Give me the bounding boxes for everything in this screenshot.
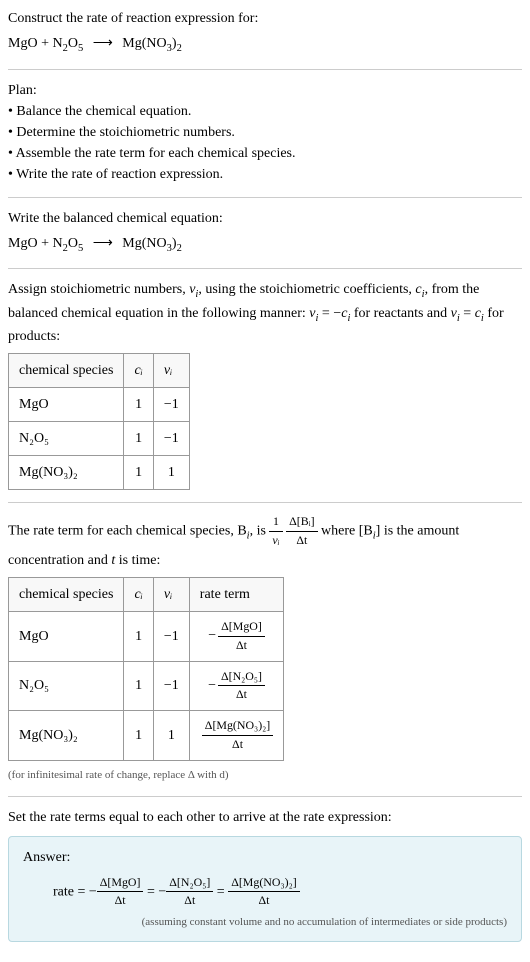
divider: [8, 502, 522, 503]
cell-c: 1: [124, 711, 153, 761]
rateterm-table: chemical species cᵢ νᵢ rate term MgO 1 −…: [8, 577, 284, 761]
table-row: MgO 1 −1: [9, 388, 190, 422]
col-species: chemical species: [9, 577, 124, 611]
table-row: Mg(NO₃)₂ 1 1: [9, 456, 190, 490]
col-ci: cᵢ: [124, 577, 153, 611]
col-rate: rate term: [189, 577, 283, 611]
divider: [8, 69, 522, 70]
table-row: N₂O₅ 1 −1: [9, 422, 190, 456]
plan-item: • Write the rate of reaction expression.: [8, 164, 522, 185]
header-section: Construct the rate of reaction expressio…: [8, 8, 522, 57]
plan-section: Plan: • Balance the chemical equation. •…: [8, 80, 522, 185]
table-row: N₂O₅ 1 −1 −Δ[N₂O₅]Δt: [9, 661, 284, 711]
cell-species: N₂O₅: [9, 422, 124, 456]
plus-sign: +: [38, 236, 53, 251]
reactant-mgo: MgO: [8, 36, 38, 51]
rate-expression: rate = −Δ[MgO]Δt = −Δ[N₂O₅]Δt = Δ[Mg(NO₃…: [53, 874, 507, 911]
plan-item: • Determine the stoichiometric numbers.: [8, 122, 522, 143]
unbalanced-equation: MgO + N2O5 ⟶ Mg(NO3)2: [8, 33, 522, 57]
fraction: Δ[Bᵢ]Δt: [286, 513, 317, 550]
reactant-n2o5: N2O5: [52, 236, 83, 251]
divider: [8, 197, 522, 198]
rateterm-section: The rate term for each chemical species,…: [8, 513, 522, 783]
balanced-equation: MgO + N2O5 ⟶ Mg(NO3)2: [8, 233, 522, 257]
reactant-mgo: MgO: [8, 236, 38, 251]
divider: [8, 268, 522, 269]
rateterm-note: (for infinitesimal rate of change, repla…: [8, 767, 522, 784]
cell-species: N₂O₅: [9, 661, 124, 711]
cell-c: 1: [124, 661, 153, 711]
stoich-text: Assign stoichiometric numbers, νi, using…: [8, 279, 522, 347]
cell-species: Mg(NO₃)₂: [9, 711, 124, 761]
table-header-row: chemical species cᵢ νᵢ: [9, 354, 190, 388]
product-mgno32: Mg(NO3)2: [122, 236, 182, 251]
construct-text: Construct the rate of reaction expressio…: [8, 8, 522, 29]
plan-item: • Balance the chemical equation.: [8, 101, 522, 122]
plan-title: Plan:: [8, 80, 522, 101]
stoich-section: Assign stoichiometric numbers, νi, using…: [8, 279, 522, 490]
balanced-title: Write the balanced chemical equation:: [8, 208, 522, 229]
cell-nu: −1: [153, 661, 189, 711]
reaction-arrow-icon: ⟶: [93, 233, 113, 254]
cell-c: 1: [124, 611, 153, 661]
col-nui: νᵢ: [153, 354, 189, 388]
cell-c: 1: [124, 422, 153, 456]
cell-rate: −Δ[MgO]Δt: [189, 611, 283, 661]
plus-sign: +: [38, 36, 53, 51]
cell-c: 1: [124, 388, 153, 422]
cell-rate: Δ[Mg(NO₃)₂]Δt: [189, 711, 283, 761]
final-section: Set the rate terms equal to each other t…: [8, 807, 522, 942]
cell-nu: −1: [153, 611, 189, 661]
balanced-section: Write the balanced chemical equation: Mg…: [8, 208, 522, 257]
cell-c: 1: [124, 456, 153, 490]
final-title: Set the rate terms equal to each other t…: [8, 807, 522, 828]
table-row: Mg(NO₃)₂ 1 1 Δ[Mg(NO₃)₂]Δt: [9, 711, 284, 761]
answer-label: Answer:: [23, 847, 507, 868]
reaction-arrow-icon: ⟶: [93, 33, 113, 54]
cell-nu: −1: [153, 422, 189, 456]
cell-nu: −1: [153, 388, 189, 422]
plan-item: • Assemble the rate term for each chemic…: [8, 143, 522, 164]
col-species: chemical species: [9, 354, 124, 388]
col-nui: νᵢ: [153, 577, 189, 611]
divider: [8, 796, 522, 797]
cell-species: Mg(NO₃)₂: [9, 456, 124, 490]
fraction: 1νᵢ: [269, 513, 282, 550]
cell-nu: 1: [153, 711, 189, 761]
table-row: MgO 1 −1 −Δ[MgO]Δt: [9, 611, 284, 661]
answer-note: (assuming constant volume and no accumul…: [23, 914, 507, 931]
col-ci: cᵢ: [124, 354, 153, 388]
product-mgno32: Mg(NO3)2: [122, 36, 182, 51]
answer-box: Answer: rate = −Δ[MgO]Δt = −Δ[N₂O₅]Δt = …: [8, 836, 522, 942]
cell-nu: 1: [153, 456, 189, 490]
rateterm-text: The rate term for each chemical species,…: [8, 513, 522, 571]
reactant-n2o5: N2O5: [52, 36, 83, 51]
cell-species: MgO: [9, 611, 124, 661]
cell-rate: −Δ[N₂O₅]Δt: [189, 661, 283, 711]
table-header-row: chemical species cᵢ νᵢ rate term: [9, 577, 284, 611]
stoich-table: chemical species cᵢ νᵢ MgO 1 −1 N₂O₅ 1 −…: [8, 353, 190, 490]
cell-species: MgO: [9, 388, 124, 422]
